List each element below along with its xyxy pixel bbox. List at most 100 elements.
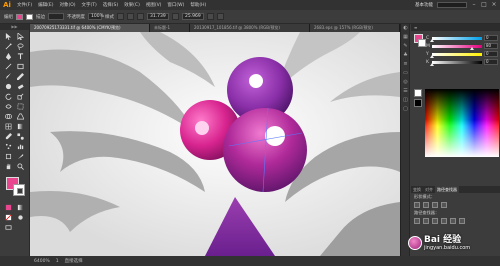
- draw-mode-icon[interactable]: [15, 213, 27, 222]
- slider-track-k[interactable]: [430, 60, 482, 66]
- gradient-tool-icon[interactable]: [15, 122, 27, 131]
- tab-document-1[interactable]: 20070925173331.tif @ 6400% (CMYK/预览): [30, 24, 150, 32]
- isolate-button[interactable]: [217, 13, 224, 20]
- slider-thumb-c[interactable]: [430, 38, 434, 42]
- opacity-field[interactable]: 100%: [88, 13, 104, 20]
- tab-pathfinder[interactable]: 路径查找器: [435, 186, 459, 193]
- swatches-panel-icon[interactable]: ▦: [401, 33, 410, 42]
- eyedropper-tool-icon[interactable]: [3, 132, 15, 141]
- slider-thumb-m[interactable]: [470, 46, 474, 50]
- blend-tool-icon[interactable]: [15, 132, 27, 141]
- artboards-panel-icon[interactable]: ▢: [401, 105, 410, 114]
- close-icon[interactable]: ×: [491, 2, 497, 8]
- align-button[interactable]: [137, 13, 144, 20]
- gradient-panel-icon[interactable]: ▭: [401, 69, 410, 78]
- tab-document-4[interactable]: 2683.eps @ 157% (RGB/预览): [310, 24, 400, 32]
- column-graph-tool-icon[interactable]: [15, 142, 27, 151]
- artboard-tool-icon[interactable]: [3, 152, 15, 161]
- slider-track-y[interactable]: [430, 52, 482, 58]
- slider-thumb-y[interactable]: [430, 54, 434, 58]
- tab-align[interactable]: 对齐: [423, 186, 435, 193]
- color-stroke-swatch[interactable]: [418, 39, 426, 47]
- magic-wand-tool-icon[interactable]: [3, 42, 15, 51]
- lasso-tool-icon[interactable]: [15, 42, 27, 51]
- link-icon[interactable]: [172, 13, 179, 20]
- crop-button[interactable]: [441, 218, 447, 224]
- brushes-panel-icon[interactable]: ✎: [401, 42, 410, 51]
- tab-document-2[interactable]: 未标题-1: [150, 24, 190, 32]
- color-panel-icon[interactable]: ◐: [401, 24, 410, 33]
- color-mode-icon[interactable]: [3, 203, 15, 212]
- slider-value-k[interactable]: 0: [484, 59, 498, 65]
- minus-front-button[interactable]: [423, 202, 429, 208]
- width-field[interactable]: 31.739: [147, 13, 169, 20]
- hand-tool-icon[interactable]: [3, 162, 15, 171]
- white-swatch[interactable]: [414, 89, 422, 97]
- screen-mode-icon[interactable]: [3, 223, 15, 232]
- recolor-button[interactable]: [127, 13, 134, 20]
- outline-button[interactable]: [450, 218, 456, 224]
- artboard-canvas[interactable]: [30, 32, 400, 256]
- minimize-icon[interactable]: –: [471, 2, 477, 8]
- none-mode-icon[interactable]: [3, 213, 15, 222]
- slider-track-c[interactable]: [430, 36, 482, 42]
- unite-button[interactable]: [414, 202, 420, 208]
- slider-track-m[interactable]: [432, 44, 482, 50]
- intersect-button[interactable]: [432, 202, 438, 208]
- symbol-sprayer-tool-icon[interactable]: [3, 142, 15, 151]
- paintbrush-tool-icon[interactable]: [3, 72, 15, 81]
- black-swatch[interactable]: [414, 99, 422, 107]
- direct-selection-tool-icon[interactable]: [15, 32, 27, 41]
- menu-file[interactable]: 文件(F): [14, 2, 35, 8]
- tab-transform[interactable]: 变换: [411, 186, 423, 193]
- stroke-swatch[interactable]: [13, 184, 25, 196]
- zoom-tool-icon[interactable]: [15, 162, 27, 171]
- line-tool-icon[interactable]: [3, 62, 15, 71]
- symbols-panel-icon[interactable]: ♣: [401, 51, 410, 60]
- style-dropdown[interactable]: [117, 13, 124, 20]
- maximize-icon[interactable]: □: [481, 2, 487, 8]
- type-tool-icon[interactable]: [15, 52, 27, 61]
- blob-brush-tool-icon[interactable]: [3, 82, 15, 91]
- workspace-switcher[interactable]: 基本功能: [415, 2, 433, 8]
- pencil-tool-icon[interactable]: [15, 72, 27, 81]
- menu-object[interactable]: 对象(O): [56, 2, 78, 8]
- appearance-panel-icon[interactable]: ☰: [401, 87, 410, 96]
- menu-edit[interactable]: 编辑(E): [35, 2, 56, 8]
- rectangle-tool-icon[interactable]: [15, 62, 27, 71]
- free-transform-tool-icon[interactable]: [15, 102, 27, 111]
- trim-button[interactable]: [423, 218, 429, 224]
- divide-button[interactable]: [414, 218, 420, 224]
- width-tool-icon[interactable]: [3, 102, 15, 111]
- slider-value-y[interactable]: 0: [484, 51, 498, 57]
- stroke-weight-field[interactable]: [48, 13, 64, 20]
- slice-tool-icon[interactable]: [15, 152, 27, 161]
- selection-tool-icon[interactable]: [3, 32, 15, 41]
- stroke-color-dropdown[interactable]: [26, 13, 33, 20]
- slider-value-m[interactable]: 80: [484, 43, 498, 49]
- slider-thumb-k[interactable]: [430, 62, 434, 66]
- menu-type[interactable]: 文字(T): [79, 2, 100, 8]
- search-input[interactable]: [437, 2, 467, 8]
- menu-select[interactable]: 选择(S): [100, 2, 121, 8]
- scale-tool-icon[interactable]: [15, 92, 27, 101]
- zoom-level[interactable]: 6400%: [34, 259, 50, 264]
- transform-button[interactable]: [207, 13, 214, 20]
- berry-front[interactable]: [223, 108, 307, 192]
- menu-help[interactable]: 帮助(H): [187, 2, 209, 8]
- menu-effect[interactable]: 效果(C): [121, 2, 143, 8]
- eraser-tool-icon[interactable]: [15, 82, 27, 91]
- color-spectrum[interactable]: [425, 89, 499, 157]
- gradient-mode-icon[interactable]: [15, 203, 27, 212]
- perspective-grid-tool-icon[interactable]: [15, 112, 27, 121]
- shape-builder-tool-icon[interactable]: [3, 112, 15, 121]
- stroke-panel-icon[interactable]: ≡: [401, 60, 410, 69]
- menu-view[interactable]: 视图(V): [143, 2, 165, 8]
- artboard-number[interactable]: 1: [56, 259, 59, 264]
- fill-color-dropdown[interactable]: [16, 13, 23, 20]
- rotate-tool-icon[interactable]: [3, 92, 15, 101]
- pen-tool-icon[interactable]: [3, 52, 15, 61]
- mesh-tool-icon[interactable]: [3, 122, 15, 131]
- menu-window[interactable]: 窗口(W): [164, 2, 187, 8]
- exclude-button[interactable]: [441, 202, 447, 208]
